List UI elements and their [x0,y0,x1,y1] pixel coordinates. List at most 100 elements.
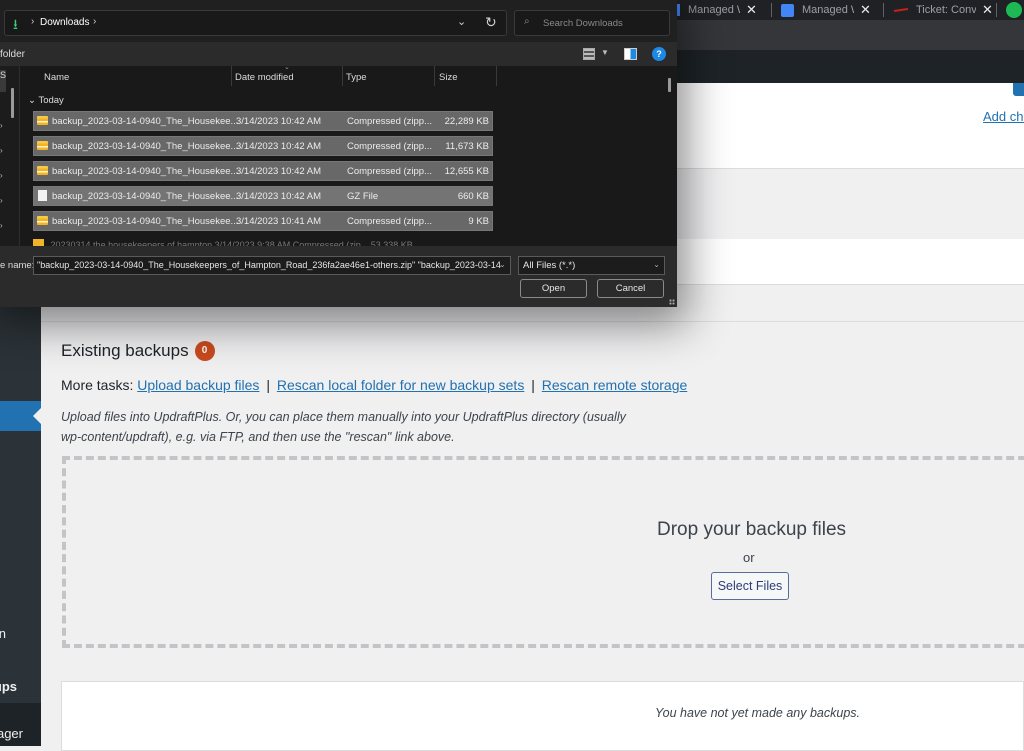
file-row[interactable]: backup_2023-03-14-0940_The_Housekee... 3… [33,211,493,231]
active-indicator-arrow [33,408,41,424]
more-tasks-label: More tasks: [61,377,134,393]
browser-tab[interactable]: Ticket: Conve ✕ [893,0,993,20]
nav-expand-icon[interactable]: › [0,171,6,180]
sidebar-item-label[interactable]: n [0,626,6,641]
file-type: Compressed (zipp... [347,116,433,127]
file-list: Name ⌄ Date modified Type Size ⌄ Today b… [20,66,677,246]
file-type-filter[interactable]: All Files (*.*) ⌄ [518,256,665,275]
file-date: 3/14/2023 10:41 AM [236,216,322,227]
dialog-footer: e name: "backup_2023-03-14-0940_The_Hous… [0,246,677,307]
tab-separator [771,3,772,17]
resize-grip[interactable] [669,299,675,305]
file-date: 3/14/2023 10:42 AM [236,141,322,152]
file-row-partial[interactable]: 20230314 the housekeepers of hampton 3/1… [33,239,493,246]
open-button[interactable]: Open [520,279,587,298]
address-bar[interactable]: ⭳ › Downloads › ⌄ ↻ [4,10,507,36]
more-tasks: More tasks: Upload backup files | Rescan… [61,377,687,393]
column-divider[interactable] [342,66,343,86]
close-tab-icon[interactable]: ✕ [746,2,757,18]
sidebar-item-label[interactable]: ager [0,726,23,741]
list-scrollbar[interactable] [668,78,671,92]
column-header-date[interactable]: Date modified [235,72,294,83]
nav-expand-icon[interactable]: › [0,196,6,205]
sort-indicator-icon: ⌄ [284,66,290,71]
file-name-dropdown-icon[interactable]: ⌄ [499,260,506,269]
group-label: Today [38,95,64,106]
preview-pane-icon[interactable] [624,48,637,60]
zip-folder-icon [37,216,48,225]
sidebar-item-label[interactable]: ups [0,679,17,694]
nav-scrollbar[interactable] [11,88,14,118]
command-bar: folder ▼ ? [0,42,677,66]
column-divider[interactable] [434,66,435,86]
file-name: backup_2023-03-14-0940_The_Housekee... [52,116,239,127]
zip-folder-icon [33,239,44,246]
select-files-button[interactable]: Select Files [711,572,789,600]
file-name-input[interactable]: "backup_2023-03-14-0940_The_Housekeepers… [33,256,511,275]
file-name: backup_2023-03-14-0940_The_Housekee... [52,166,239,177]
rescan-local-folder-link[interactable]: Rescan local folder for new backup sets [277,377,524,393]
file-row[interactable]: backup_2023-03-14-0940_The_Housekee... 3… [33,186,493,206]
refresh-icon[interactable]: ↻ [485,14,497,31]
doc-icon [781,3,794,17]
file-row[interactable]: backup_2023-03-14-0940_The_Housekee... 3… [33,161,493,181]
tab-title: Ticket: Conve [916,4,976,16]
help-icon[interactable]: ? [652,47,666,61]
extension-icon[interactable] [1006,2,1022,18]
view-options-icon[interactable] [583,48,595,60]
download-icon: ⭳ [13,16,18,32]
column-header-type[interactable]: Type [346,72,367,83]
upload-backup-files-link[interactable]: Upload backup files [137,377,259,393]
browser-tab[interactable]: Managed Wo ✕ [781,0,871,20]
existing-backups-heading: Existing backups 0 [61,341,215,361]
column-divider[interactable] [496,66,497,86]
drop-zone-title: Drop your backup files [657,519,847,540]
breadcrumb-separator[interactable]: › [93,16,96,27]
nav-expand-icon[interactable]: › [0,221,6,230]
tab-title: Managed Wo [802,4,854,16]
address-dropdown-icon[interactable]: ⌄ [457,15,466,28]
file-date: 3/14/2023 10:42 AM [236,166,322,177]
file-row[interactable]: backup_2023-03-14-0940_The_Housekee... 3… [33,136,493,156]
file-row[interactable]: backup_2023-03-14-0940_The_Housekee... 3… [33,111,493,131]
backup-drop-zone[interactable] [62,456,1024,648]
ticket-icon [893,8,909,12]
nav-expand-icon[interactable]: › [0,121,6,130]
add-change-link[interactable]: Add cha [983,109,1024,124]
group-header-today[interactable]: ⌄ Today [28,95,64,106]
zip-folder-icon [37,116,48,125]
file-size: 22,289 KB [444,116,489,127]
tab-title: Managed Wo [688,4,740,16]
backups-list-panel: You have not yet made any backups. [61,681,1024,751]
search-box[interactable]: ⌕ [514,10,670,36]
column-divider[interactable] [231,66,232,86]
close-tab-icon[interactable]: ✕ [982,2,993,18]
zip-folder-icon [37,166,48,175]
cancel-button[interactable]: Cancel [597,279,664,298]
zip-folder-icon [37,141,48,150]
nav-expand-icon[interactable]: › [0,146,6,155]
separator: | [531,377,535,393]
file-type: Compressed (zipp... [347,216,433,227]
breadcrumb-downloads[interactable]: Downloads [40,17,89,28]
search-icon: ⌕ [524,16,530,27]
search-input[interactable] [543,15,663,31]
primary-button[interactable] [1013,83,1024,96]
file-date: 3/14/2023 10:42 AM [236,191,322,202]
file-icon [38,190,47,201]
file-size: 660 KB [457,191,489,202]
backup-count-badge: 0 [194,341,215,361]
rescan-remote-storage-link[interactable]: Rescan remote storage [542,377,688,393]
breadcrumb-separator: › [31,16,35,27]
new-folder-button[interactable]: folder [0,49,25,60]
column-header-size[interactable]: Size [439,72,457,83]
column-header-name[interactable]: Name [44,72,69,83]
file-name: backup_2023-03-14-0940_The_Housekee... [52,216,239,227]
browser-tab[interactable]: Managed Wo ✕ [672,0,757,20]
view-dropdown-icon[interactable]: ▼ [601,48,609,57]
close-tab-icon[interactable]: ✕ [860,2,871,18]
drop-zone-or: or [743,550,755,565]
tab-separator [883,3,884,17]
nav-item-selected[interactable]: Sc [0,70,6,92]
file-type: Compressed (zipp... [347,141,433,152]
